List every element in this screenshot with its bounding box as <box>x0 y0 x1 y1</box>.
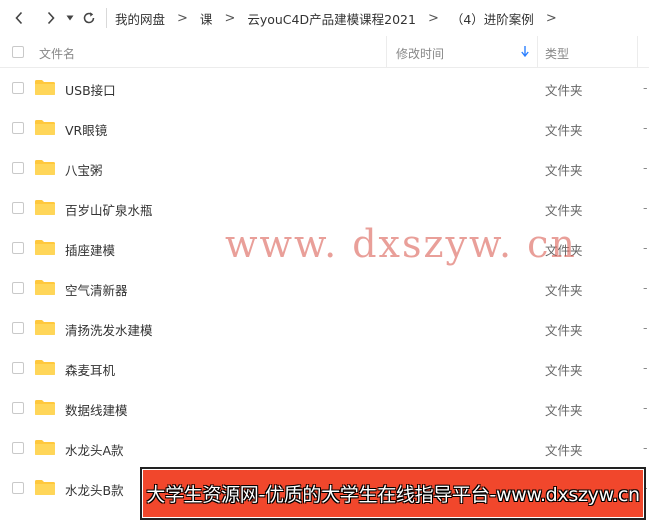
file-size: - <box>643 200 648 215</box>
file-size: - <box>643 320 648 335</box>
folder-icon <box>35 240 55 255</box>
refresh-button[interactable] <box>78 0 100 36</box>
file-type: 文件夹 <box>545 243 583 258</box>
file-row[interactable]: 百岁山矿泉水瓶 文件夹 - <box>0 188 649 228</box>
column-resize-handle[interactable] <box>386 36 387 68</box>
file-row[interactable]: 数据线建模 文件夹 - <box>0 388 649 428</box>
file-name[interactable]: 森麦耳机 <box>65 360 115 379</box>
column-header-type[interactable]: 类型 <box>545 45 569 62</box>
folder-icon <box>35 320 55 335</box>
caret-down-icon <box>66 15 74 21</box>
file-name[interactable]: 清扬洗发水建模 <box>65 320 153 339</box>
folder-icon <box>35 200 55 215</box>
file-name[interactable]: USB接口 <box>65 80 116 99</box>
file-row[interactable]: 森麦耳机 文件夹 - <box>0 348 649 388</box>
file-size: - <box>643 120 648 135</box>
folder-icon <box>35 440 55 455</box>
file-type: 文件夹 <box>545 203 583 218</box>
breadcrumb-separator: > <box>545 10 557 26</box>
file-size: - <box>643 160 648 175</box>
file-list: USB接口 文件夹 - VR眼镜 文件夹 - 八宝粥 文件夹 - 百岁山矿泉水瓶 文件夹 - 插座建模文… <box>0 68 649 508</box>
row-checkbox[interactable] <box>12 162 24 174</box>
breadcrumb-item-current[interactable]: （4）进阶案例 <box>449 9 536 28</box>
file-size: - <box>643 240 648 255</box>
file-name[interactable]: 数据线建模 <box>65 400 128 419</box>
forward-button[interactable] <box>40 0 62 36</box>
file-row[interactable]: USB接口 文件夹 - <box>0 68 649 108</box>
file-list-header: 文件名 修改时间 类型 <box>0 36 649 68</box>
row-checkbox[interactable] <box>12 122 24 134</box>
navigation-bar: 我的网盘 > 课 > 云youC4D产品建模课程2021 > （4）进阶案例 > <box>0 0 649 36</box>
breadcrumb-item-c4d-course[interactable]: 云youC4D产品建模课程2021 <box>245 9 418 28</box>
row-checkbox[interactable] <box>12 322 24 334</box>
breadcrumb-item-root[interactable]: 我的网盘 <box>113 9 167 28</box>
file-row[interactable]: 八宝粥 文件夹 - <box>0 148 649 188</box>
file-size: - <box>643 440 648 455</box>
file-size: - <box>643 80 648 95</box>
column-resize-handle[interactable] <box>537 36 538 68</box>
sort-down-arrow-icon[interactable] <box>521 46 529 60</box>
select-all-checkbox[interactable] <box>12 46 24 58</box>
file-row[interactable]: 插座建模 文件夹 - <box>0 228 649 268</box>
chevron-left-icon <box>15 11 23 25</box>
file-size: - <box>643 360 648 375</box>
row-checkbox[interactable] <box>12 442 24 454</box>
breadcrumb-separator: > <box>427 10 439 26</box>
row-checkbox[interactable] <box>12 482 24 494</box>
file-name[interactable]: 水龙头B款 <box>65 480 124 499</box>
file-type: 文件夹 <box>545 443 583 458</box>
row-checkbox[interactable] <box>12 402 24 414</box>
file-row[interactable]: 空气清新器 文件夹 - <box>0 268 649 308</box>
file-row[interactable]: VR眼镜 文件夹 - <box>0 108 649 148</box>
file-type: 文件夹 <box>545 363 583 378</box>
file-name[interactable]: 百岁山矿泉水瓶 <box>65 200 153 219</box>
file-row[interactable]: 清扬洗发水建模 文件夹 - <box>0 308 649 348</box>
file-size: - <box>643 280 648 295</box>
file-name[interactable]: 水龙头A款 <box>65 440 124 459</box>
history-dropdown-button[interactable] <box>62 0 78 36</box>
file-row[interactable]: 水龙头A款 文件夹 - <box>0 428 649 468</box>
file-name[interactable]: 八宝粥 <box>65 160 103 179</box>
column-resize-handle[interactable] <box>637 36 638 68</box>
folder-icon <box>35 160 55 175</box>
folder-icon <box>35 360 55 375</box>
file-type: 文件夹 <box>545 83 583 98</box>
nav-divider <box>106 8 107 28</box>
breadcrumb: 我的网盘 > 课 > 云youC4D产品建模课程2021 > （4）进阶案例 > <box>113 9 567 28</box>
row-checkbox[interactable] <box>12 242 24 254</box>
file-type: 文件夹 <box>545 323 583 338</box>
file-type: 文件夹 <box>545 163 583 178</box>
row-checkbox[interactable] <box>12 202 24 214</box>
column-header-name[interactable]: 文件名 <box>39 45 75 62</box>
refresh-icon <box>83 12 95 24</box>
breadcrumb-item-course[interactable]: 课 <box>198 9 215 28</box>
promo-banner-text: 大学生资源网-优质的大学生在线指导平台-www.dxszyw.cn <box>146 484 640 506</box>
row-checkbox[interactable] <box>12 362 24 374</box>
folder-icon <box>35 480 55 495</box>
file-name[interactable]: VR眼镜 <box>65 120 107 139</box>
file-type: 文件夹 <box>545 403 583 418</box>
promo-banner: 大学生资源网-优质的大学生在线指导平台-www.dxszyw.cn <box>140 467 646 520</box>
folder-icon <box>35 120 55 135</box>
folder-icon <box>35 280 55 295</box>
row-checkbox[interactable] <box>12 82 24 94</box>
file-type: 文件夹 <box>545 123 583 138</box>
row-checkbox[interactable] <box>12 282 24 294</box>
file-name[interactable]: 插座建模 <box>65 240 115 259</box>
file-name[interactable]: 空气清新器 <box>65 280 128 299</box>
file-type: 文件夹 <box>545 283 583 298</box>
folder-icon <box>35 400 55 415</box>
breadcrumb-separator: > <box>177 10 188 26</box>
breadcrumb-separator: > <box>224 10 236 26</box>
back-button[interactable] <box>8 0 30 36</box>
file-size: - <box>643 400 648 415</box>
column-header-modified[interactable]: 修改时间 <box>396 45 444 62</box>
chevron-right-icon <box>47 11 55 25</box>
folder-icon <box>35 80 55 95</box>
